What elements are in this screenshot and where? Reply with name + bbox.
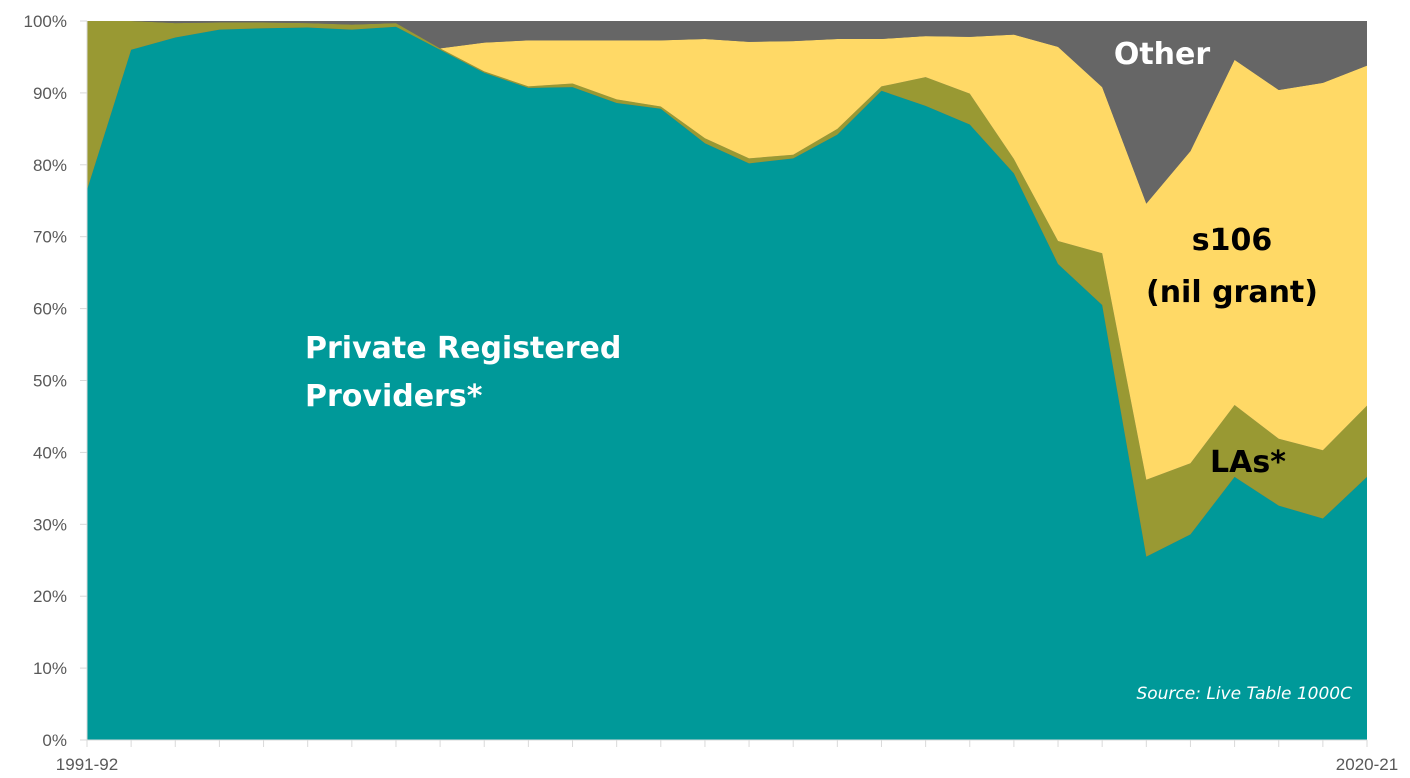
- series-label-s106-line2: (nil grant): [1146, 275, 1318, 310]
- source-annotation: Source: Live Table 1000C: [1136, 684, 1352, 704]
- y-tick-label: 30%: [33, 515, 67, 534]
- y-tick-label: 90%: [33, 84, 67, 103]
- y-tick-label: 40%: [33, 443, 67, 462]
- y-tick-label: 100%: [24, 12, 67, 31]
- y-tick-label: 60%: [33, 300, 67, 319]
- series-label-s106-line1: s106: [1192, 223, 1272, 258]
- x-tick-label-last: 2020-21: [1336, 755, 1398, 774]
- series-label-private-line1: Private Registered: [305, 331, 621, 366]
- stacked-area-chart: 0% 10% 20% 30% 40% 50% 60% 70% 80% 90% 100% 1991-9…: [24, 12, 1399, 774]
- series-label-private-line2: Providers*: [305, 379, 483, 414]
- y-tick-labels: 0% 10% 20% 30% 40% 50% 60% 70% 80% 90% 100%: [24, 12, 87, 750]
- y-tick-label: 0%: [42, 731, 67, 750]
- y-tick-label: 50%: [33, 372, 67, 391]
- y-tick-label: 20%: [33, 587, 67, 606]
- y-tick-label: 80%: [33, 156, 67, 175]
- x-tick-label-first: 1991-92: [56, 755, 118, 774]
- series-label-other: Other: [1114, 37, 1211, 72]
- y-tick-label: 70%: [33, 228, 67, 247]
- x-ticks: [86, 740, 1368, 747]
- series-areas: [87, 21, 1367, 740]
- series-label-las: LAs*: [1210, 445, 1286, 480]
- y-tick-label: 10%: [33, 659, 67, 678]
